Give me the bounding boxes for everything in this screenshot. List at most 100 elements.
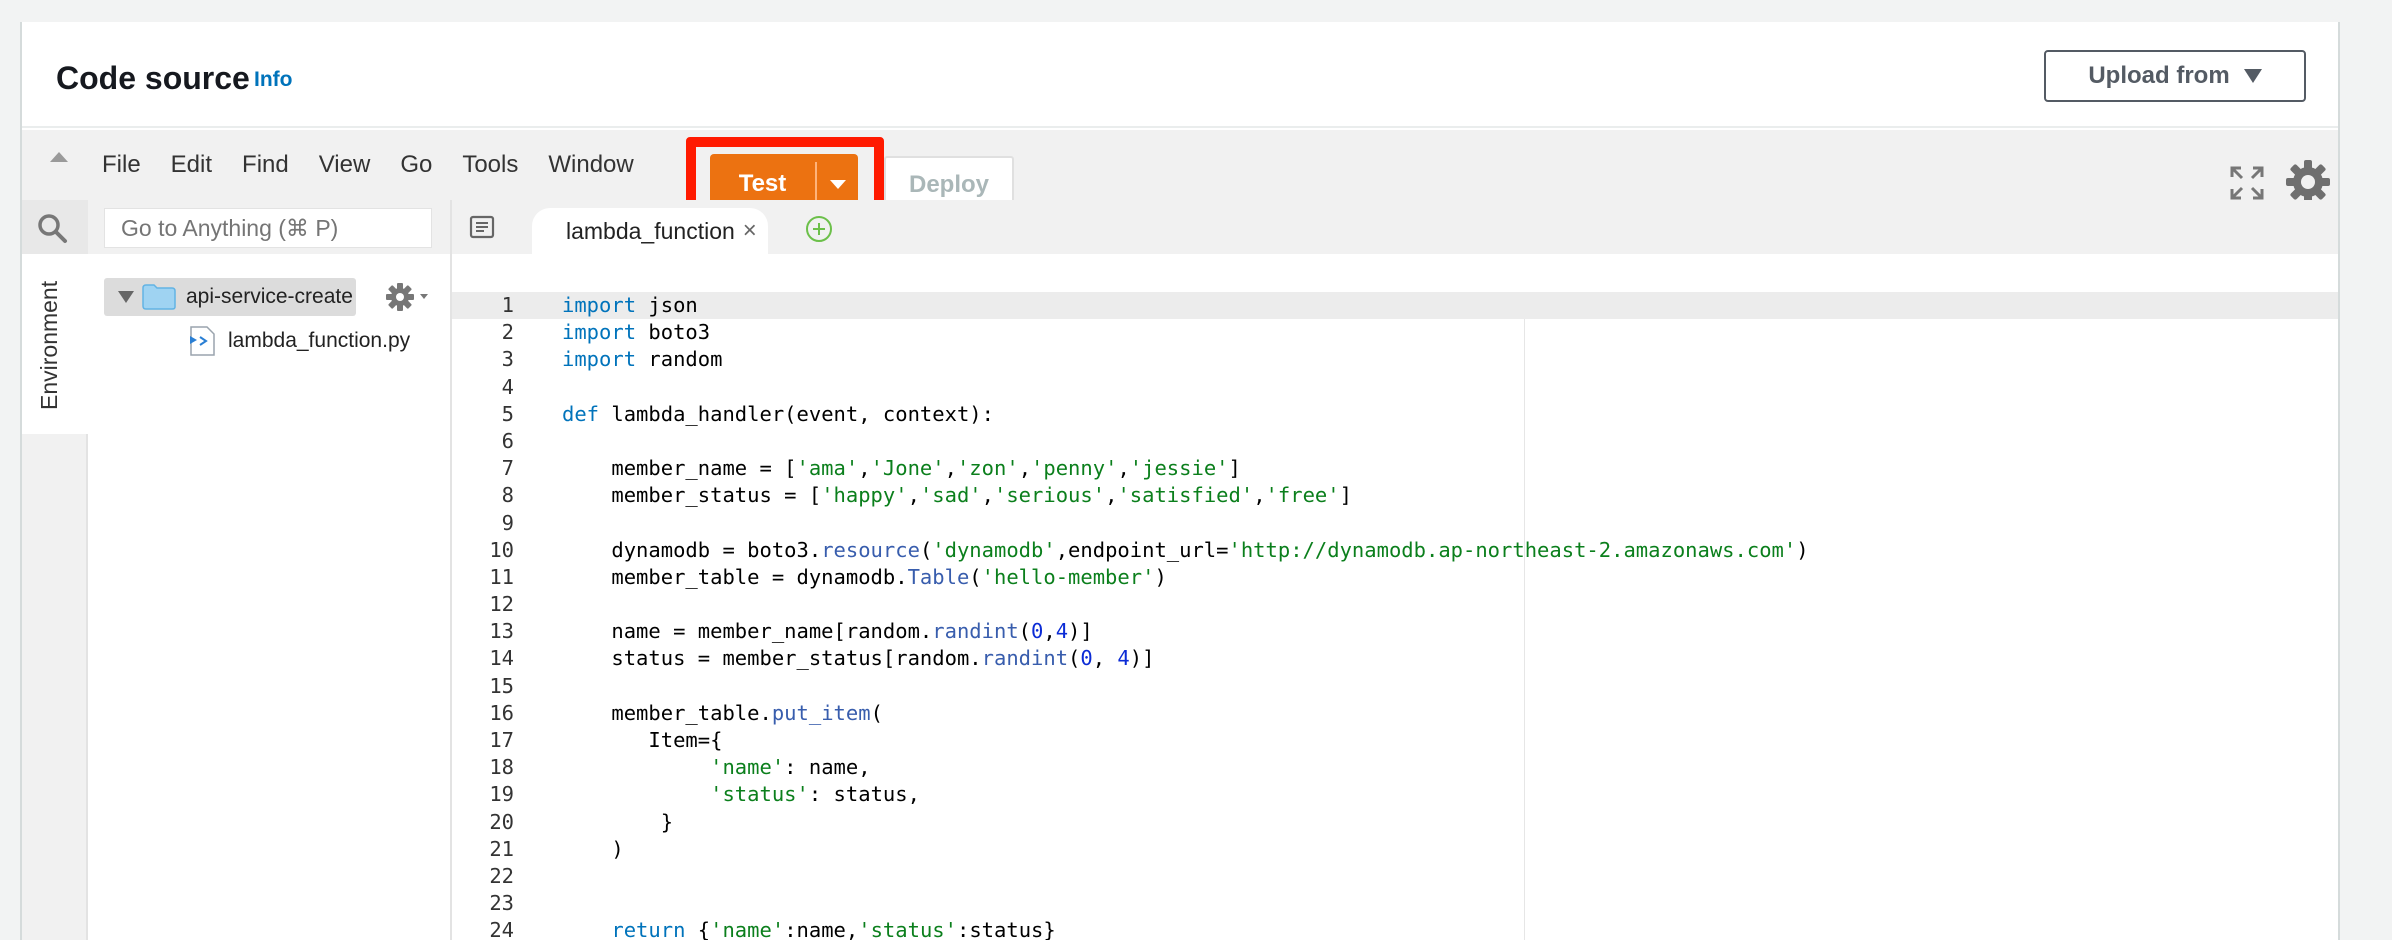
line-number: 18	[489, 755, 514, 780]
panel-header: Code source Info Upload from	[22, 22, 2338, 128]
folder-label: api-service-create	[186, 285, 353, 308]
menu-tools[interactable]: Tools	[462, 151, 518, 179]
collapse-up-icon[interactable]	[50, 152, 68, 162]
code-text: def lambda_handler(event, context):	[562, 401, 994, 426]
menu-window[interactable]: Window	[548, 151, 633, 179]
code-text: )	[562, 836, 624, 861]
code-text: import json	[562, 293, 698, 317]
code-text: Item={	[562, 728, 723, 752]
code-line[interactable]: 11 member_table = dynamodb.Table('hello-…	[452, 564, 2338, 591]
menu-bar: File Edit Find View Go Tools Window	[102, 151, 664, 179]
code-line[interactable]: 5 def lambda_handler(event, context):	[452, 401, 2338, 428]
close-tab-icon[interactable]: ×	[743, 217, 757, 245]
menu-edit[interactable]: Edit	[171, 151, 212, 179]
code-text: member_table = dynamodb.Table('hello-mem…	[562, 564, 1167, 589]
tab-label: lambda_function	[566, 217, 735, 244]
code-line[interactable]: 18 'name': name,	[452, 754, 2338, 781]
tab-lambda-function[interactable]: lambda_function ×	[532, 208, 768, 254]
tab-list-icon[interactable]	[468, 214, 496, 240]
code-line[interactable]: 2 import boto3	[452, 319, 2338, 346]
editor-tabbar: lambda_function ×	[452, 200, 2338, 254]
line-number: 21	[489, 836, 514, 861]
add-tab-icon[interactable]	[804, 214, 834, 244]
code-text: }	[562, 809, 674, 834]
tree-folder-api-service-create[interactable]: api-service-create	[104, 278, 356, 316]
code-source-panel: Code source Info Upload from File Edit F…	[20, 22, 2340, 940]
line-number: 8	[501, 483, 514, 508]
code-text: import boto3	[562, 320, 711, 345]
upload-from-label: Upload from	[2088, 62, 2230, 89]
line-number: 10	[489, 537, 514, 562]
code-text: return {'name':name,'status':status}	[611, 918, 1056, 940]
line-number: 15	[489, 673, 514, 698]
file-tree: api-service-create lambd	[88, 200, 450, 940]
code-text: 'status': status,	[710, 782, 920, 807]
code-text: dynamodb = boto3.resource('dynamodb',end…	[562, 537, 1809, 562]
goto-bar	[88, 200, 450, 254]
code-line[interactable]: 3 import random	[452, 346, 2338, 373]
expand-triangle-icon[interactable]	[118, 291, 134, 303]
code-text: status = member_status[random.randint(0,…	[562, 646, 1155, 671]
code-line[interactable]: 1 import json	[452, 292, 2338, 320]
line-number: 24	[489, 918, 514, 940]
menu-file[interactable]: File	[102, 151, 141, 179]
line-number: 20	[489, 809, 514, 834]
line-number: 12	[489, 592, 514, 617]
code-line[interactable]: 15	[452, 673, 2338, 700]
line-number: 2	[501, 320, 514, 345]
code-line[interactable]: 9	[452, 510, 2338, 537]
tree-settings-gear-icon[interactable]	[384, 280, 432, 314]
code-text: 'name': name,	[710, 755, 871, 780]
code-line[interactable]: 21 )	[452, 836, 2338, 863]
line-number: 6	[501, 428, 514, 453]
code-text: member_name = ['ama','Jone','zon','penny…	[562, 456, 1241, 481]
search-icon[interactable]	[36, 212, 68, 244]
code-line[interactable]: 16 member_table.put_item(	[452, 700, 2338, 727]
line-number: 7	[501, 456, 514, 481]
menu-go[interactable]: Go	[400, 151, 432, 179]
menu-find[interactable]: Find	[242, 151, 289, 179]
code-text: member_status = ['happy','sad','serious'…	[562, 483, 1352, 508]
info-link[interactable]: Info	[254, 68, 292, 92]
code-line[interactable]: 23	[452, 890, 2338, 917]
goto-anything-input[interactable]	[104, 208, 432, 248]
code-line[interactable]: 8 member_status = ['happy','sad','seriou…	[452, 482, 2338, 509]
environment-tab-label[interactable]: Environment	[36, 281, 63, 410]
line-number: 9	[501, 510, 514, 535]
tree-file-lambda-function[interactable]: lambda_function.py	[188, 326, 410, 356]
line-number: 17	[489, 728, 514, 752]
line-number: 1	[501, 293, 514, 317]
code-line[interactable]: 10 dynamodb = boto3.resource('dynamodb',…	[452, 537, 2338, 564]
file-label: lambda_function.py	[228, 329, 411, 352]
code-line[interactable]: 12	[452, 591, 2338, 618]
code-line[interactable]: 20 }	[452, 809, 2338, 836]
code-line[interactable]: 22	[452, 863, 2338, 890]
line-number: 3	[501, 347, 514, 372]
menu-view[interactable]: View	[319, 151, 371, 179]
line-number: 23	[489, 891, 514, 916]
code-line[interactable]: 7 member_name = ['ama','Jone','zon','pen…	[452, 455, 2338, 482]
line-number: 16	[489, 700, 514, 725]
code-line[interactable]: 17 Item={	[452, 727, 2338, 754]
settings-gear-icon[interactable]	[2284, 158, 2332, 206]
caret-down-icon	[2243, 69, 2262, 83]
line-number: 14	[489, 646, 514, 671]
search-cell	[22, 200, 88, 254]
fullscreen-icon[interactable]	[2230, 166, 2264, 200]
code-line[interactable]: 13 name = member_name[random.randint(0,4…	[452, 618, 2338, 645]
line-number: 4	[501, 374, 514, 399]
code-line[interactable]: 19 'status': status,	[452, 781, 2338, 808]
line-number: 13	[489, 619, 514, 644]
code-line[interactable]: 4	[452, 374, 2338, 401]
line-number: 19	[489, 782, 514, 807]
code-text: name = member_name[random.randint(0,4)]	[562, 619, 1093, 644]
ide-toolbar: File Edit Find View Go Tools Window Test…	[22, 130, 2338, 235]
line-number: 22	[489, 863, 514, 888]
upload-from-button[interactable]: Upload from	[2044, 50, 2306, 102]
code-editor: lambda_function × 1 import json 2 import bo…	[450, 200, 2338, 940]
code-line[interactable]: 6	[452, 428, 2338, 455]
code-line[interactable]: 24 return {'name':name,'status':status}	[452, 917, 2338, 940]
line-number: 5	[501, 401, 514, 426]
code-line[interactable]: 14 status = member_status[random.randint…	[452, 645, 2338, 672]
code-area[interactable]: 1 import json 2 import boto3 3 import random 4…	[452, 292, 2338, 940]
